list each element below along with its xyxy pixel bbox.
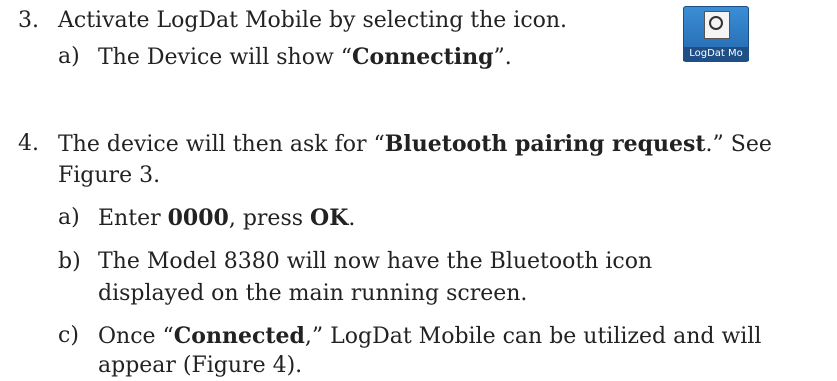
text-run: .” See	[705, 132, 772, 157]
step-text-line-1: The device will then ask for “Bluetooth …	[58, 129, 772, 160]
bold-text: OK	[310, 205, 349, 231]
text-run: ,” LogDat Mobile can be utilized and wil…	[304, 324, 762, 349]
logdat-mobile-app-icon[interactable]: LogDat Mo	[683, 6, 749, 62]
sub-text-line-1: Once “Connected,” LogDat Mobile can be u…	[98, 321, 761, 352]
text-run: Once “	[98, 324, 174, 349]
sub-text: The Device will show “Connecting”.	[98, 42, 512, 73]
text-run: .	[348, 206, 356, 231]
step-text-line-2: Figure 3.	[58, 163, 161, 188]
app-icon-label: LogDat Mo	[683, 47, 749, 61]
document-page: 3. Activate LogDat Mobile by selecting t…	[0, 0, 837, 381]
sub-letter: a)	[58, 205, 80, 230]
sub-text-line-2: appear (Figure 4).	[98, 353, 303, 378]
sub-text-line-2: displayed on the main running screen.	[98, 281, 528, 306]
step-text: Activate LogDat Mobile by selecting the …	[58, 8, 568, 33]
step-number: 4.	[18, 131, 39, 156]
text-run: The device will then ask for “	[58, 132, 385, 157]
text-run: The Device will show “	[98, 45, 353, 70]
sub-letter: c)	[58, 323, 79, 348]
sub-text-line-1: The Model 8380 will now have the Bluetoo…	[98, 249, 653, 274]
text-run: ”.	[493, 45, 512, 70]
sub-text: Enter 0000, press OK.	[98, 203, 355, 234]
bold-text: Connecting	[352, 44, 494, 70]
sub-letter: a)	[58, 44, 80, 69]
step-number: 3.	[18, 8, 39, 33]
bold-text: Bluetooth pairing request	[384, 131, 706, 157]
text-run: , press	[228, 206, 311, 231]
logdat-glyph-icon	[704, 11, 730, 39]
bold-text: 0000	[167, 205, 229, 231]
bold-text: Connected	[173, 323, 305, 349]
text-run: Enter	[98, 206, 168, 231]
face-icon	[709, 16, 723, 30]
sub-letter: b)	[58, 249, 81, 274]
